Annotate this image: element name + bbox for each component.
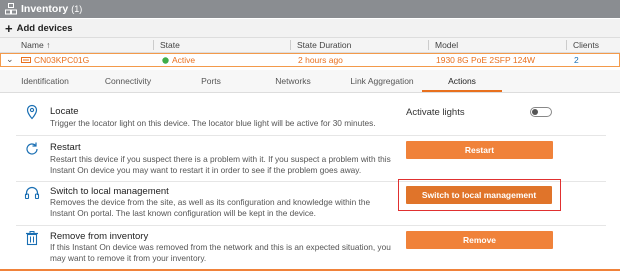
status-dot-icon bbox=[162, 54, 169, 66]
device-name-link[interactable]: CN03KPC01G bbox=[34, 54, 89, 66]
device-model: 1930 8G PoE 2SFP 124W bbox=[436, 55, 536, 65]
locate-title: Locate bbox=[50, 106, 79, 117]
inventory-header: Inventory (1) bbox=[0, 0, 620, 18]
page-title: Inventory bbox=[21, 3, 69, 15]
restart-description: Restart this device if you suspect there… bbox=[50, 154, 391, 175]
tab-connectivity[interactable]: Connectivity bbox=[100, 70, 156, 92]
toolbar: + Add devices bbox=[0, 19, 620, 38]
tab-link-aggregation[interactable]: Link Aggregation bbox=[342, 70, 422, 92]
remove-description: If this Instant On device was removed fr… bbox=[50, 242, 391, 263]
inventory-count: (1) bbox=[71, 4, 83, 14]
tab-identification[interactable]: Identification bbox=[14, 70, 76, 92]
column-state-duration[interactable]: State Duration bbox=[297, 38, 351, 52]
device-state: Active bbox=[172, 55, 196, 65]
column-name[interactable]: Name ↑ bbox=[21, 38, 50, 52]
switch-to-local-management-button[interactable]: Switch to local management bbox=[406, 186, 552, 204]
device-tabs: Identification Connectivity Ports Networ… bbox=[0, 70, 620, 93]
device-state-duration: 2 hours ago bbox=[298, 55, 343, 65]
expand-chevron-icon[interactable]: ⌄ bbox=[6, 53, 14, 65]
column-state[interactable]: State bbox=[160, 38, 180, 52]
activate-lights-label: Activate lights bbox=[406, 107, 465, 118]
device-icon bbox=[21, 54, 31, 66]
headset-icon bbox=[24, 185, 40, 201]
table-header: Name ↑ State State Duration Model Client… bbox=[0, 38, 620, 53]
locate-pin-icon bbox=[24, 104, 40, 120]
device-clients-link[interactable]: 2 bbox=[574, 54, 579, 66]
tab-ports[interactable]: Ports bbox=[193, 70, 229, 92]
trash-icon bbox=[24, 230, 40, 246]
add-devices-label: Add devices bbox=[16, 22, 73, 34]
local-management-description: Removes the device from the site, as wel… bbox=[50, 197, 371, 218]
restart-title: Restart bbox=[50, 142, 81, 153]
plus-icon: + bbox=[5, 20, 13, 36]
restart-button[interactable]: Restart bbox=[406, 141, 553, 159]
restart-icon bbox=[24, 141, 40, 157]
locate-description: Trigger the locator light on this device… bbox=[50, 118, 376, 128]
column-model[interactable]: Model bbox=[435, 38, 458, 52]
activate-lights-toggle[interactable] bbox=[530, 107, 552, 117]
local-management-title: Switch to local management bbox=[50, 186, 169, 197]
remove-button[interactable]: Remove bbox=[406, 231, 553, 249]
column-clients[interactable]: Clients bbox=[573, 38, 599, 52]
add-devices-button[interactable]: + Add devices bbox=[5, 22, 73, 35]
sort-asc-icon: ↑ bbox=[46, 40, 51, 50]
inventory-icon bbox=[4, 2, 18, 16]
tab-networks[interactable]: Networks bbox=[270, 70, 316, 92]
table-row[interactable]: ⌄ CN03KPC01G Active 2 hours ago 1930 8G … bbox=[0, 53, 620, 67]
remove-title: Remove from inventory bbox=[50, 231, 149, 242]
tab-actions[interactable]: Actions bbox=[422, 70, 502, 92]
bottom-accent-line bbox=[0, 269, 620, 271]
